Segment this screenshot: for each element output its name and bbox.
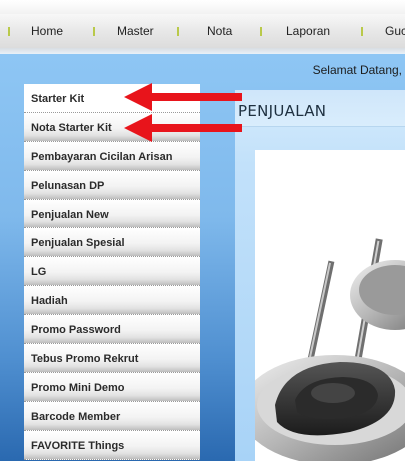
sidebar-item-label: Hadiah [31, 295, 68, 308]
page-title: PENJUALAN [238, 102, 327, 120]
product-image [255, 150, 405, 461]
sidebar-item-pelunasan-dp[interactable]: Pelunasan DP [24, 170, 200, 200]
sidebar-item-label: Pembayaran Cicilan Arisan [31, 150, 173, 163]
sidebar-item-label: Promo Password [31, 324, 121, 337]
nav-separator [8, 27, 10, 36]
sidebar-item-barcode-member[interactable]: Barcode Member [24, 401, 200, 431]
sidebar-item-hadiah[interactable]: Hadiah [24, 286, 200, 316]
sidebar-item-label: Penjualan Spesial [31, 237, 125, 250]
nav-item-home[interactable]: Home [31, 14, 63, 48]
welcome-text: Selamat Datang, [312, 63, 402, 77]
nav-separator [260, 27, 262, 36]
top-strip [0, 0, 405, 14]
red-arrow-icon [124, 83, 242, 111]
nav-item-laporan[interactable]: Laporan [286, 14, 330, 48]
sidebar-item-label: LG [31, 266, 47, 279]
sidebar-item-label: Promo Mini Demo [31, 381, 125, 394]
sidebar-item-label: Pelunasan DP [31, 179, 105, 192]
sidebar-item-label: Starter Kit [31, 93, 85, 105]
sidebar-item-favorite-things[interactable]: FAVORITE Things [24, 430, 200, 460]
sidebar-item-label: Penjualan New [31, 208, 109, 221]
nav-item-guc[interactable]: Guc [385, 14, 405, 48]
nav-item-master[interactable]: Master [117, 14, 154, 48]
sidebar-item-promo-password[interactable]: Promo Password [24, 315, 200, 345]
sidebar-item-lg[interactable]: LG [24, 257, 200, 287]
nav-separator [361, 27, 363, 36]
top-nav-bar: Home Master Nota Laporan Guc [0, 14, 405, 49]
sidebar-item-label: Tebus Promo Rekrut [31, 353, 139, 366]
sidebar-item-tebus-promo-rekrut[interactable]: Tebus Promo Rekrut [24, 344, 200, 373]
sidebar-item-promo-mini-demo[interactable]: Promo Mini Demo [24, 372, 200, 402]
red-arrow-icon [124, 114, 242, 142]
nav-separator [93, 27, 95, 36]
sidebar-item-label: Barcode Member [31, 410, 121, 423]
cookware-illustration-icon [255, 238, 405, 461]
sidebar-item-penjualan-new[interactable]: Penjualan New [24, 199, 200, 229]
sidebar-item-pembayaran-cicilan-arisan[interactable]: Pembayaran Cicilan Arisan [24, 141, 200, 171]
content-header: PENJUALAN [235, 90, 405, 127]
nav-separator [177, 27, 179, 36]
sidebar-item-label: Nota Starter Kit [31, 121, 112, 134]
sidebar-item-penjualan-spesial[interactable]: Penjualan Spesial [24, 228, 200, 258]
nav-item-nota[interactable]: Nota [207, 14, 232, 48]
sidebar-item-label: FAVORITE Things [31, 439, 125, 452]
